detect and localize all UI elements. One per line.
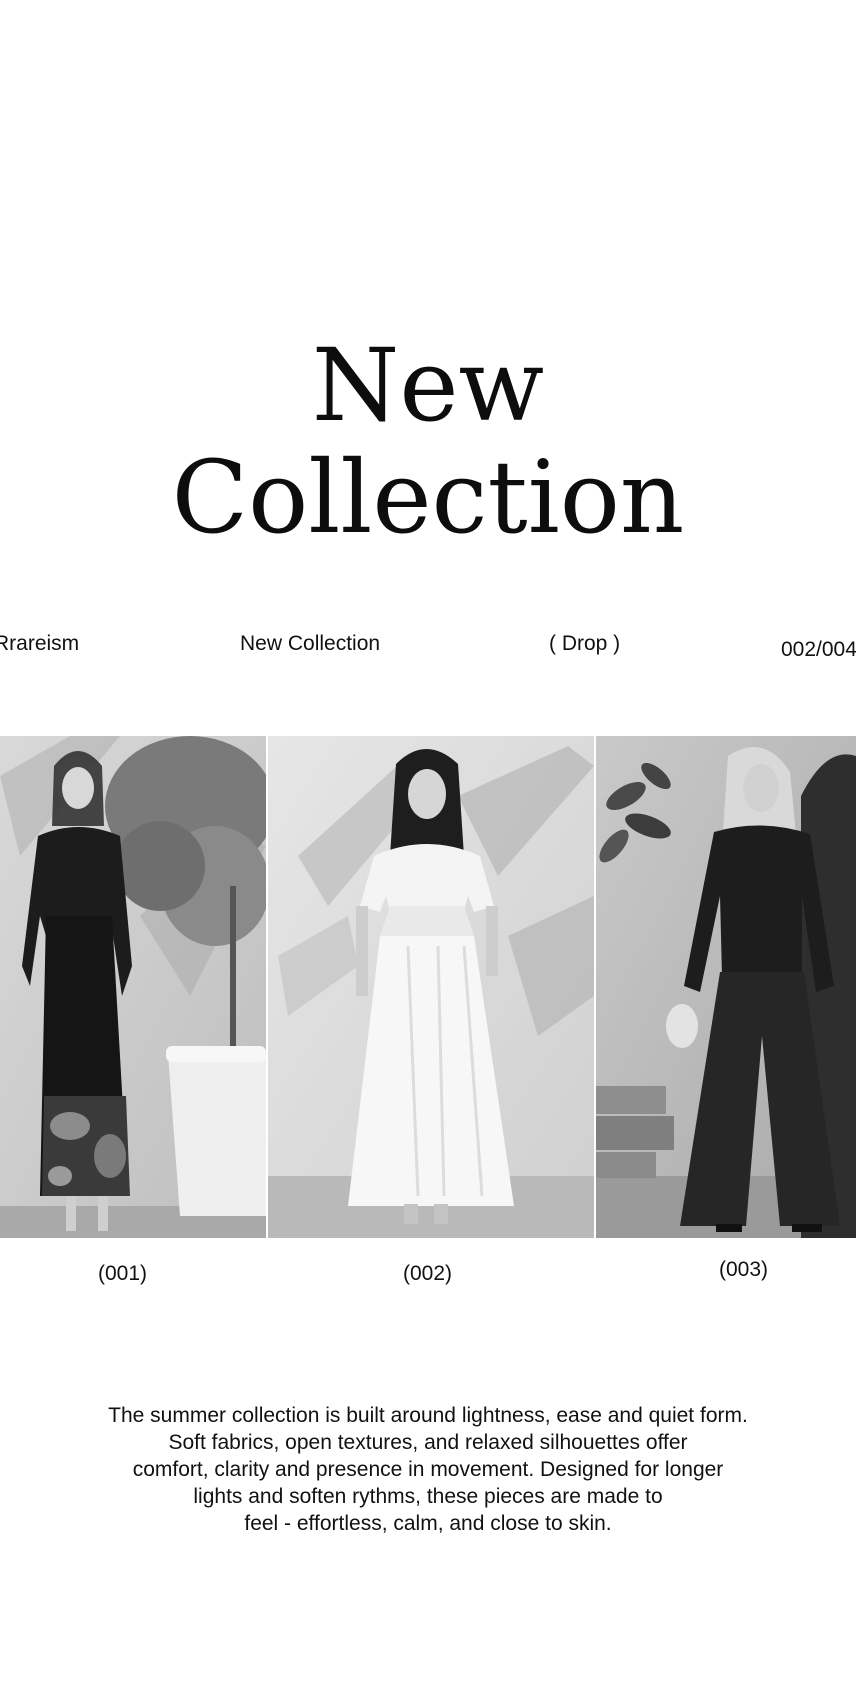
lookbook-photo-001[interactable] [0,736,266,1238]
collection-description: The summer collection is built around li… [38,1402,818,1537]
photo-caption-003: (003) [719,1258,769,1281]
slide-counter: 002/004 [781,638,856,661]
description-line: The summer collection is built around li… [108,1404,748,1427]
collection-meta-row: Rrareism New Collection ( Drop ) 002/004 [0,632,856,664]
photo-caption-001: (001) [98,1262,148,1285]
hero-title: New Collection [0,330,856,554]
collection-label[interactable]: New Collection [240,632,380,656]
description-line: Soft fabrics, open textures, and relaxed… [168,1431,688,1454]
description-line: lights and soften rythms, these pieces a… [193,1485,663,1508]
hero-title-line-1: New [311,327,545,444]
photo-001-image [0,736,266,1238]
lookbook-photo-002[interactable] [268,736,594,1238]
photo-002-image [268,736,594,1238]
photo-caption-002: (002) [403,1262,453,1285]
description-line: feel - effortless, calm, and close to sk… [244,1512,612,1535]
hero-title-line-2: Collection [171,439,685,556]
brand-name[interactable]: Rrareism [0,632,79,656]
drop-label[interactable]: ( Drop ) [549,632,620,656]
lookbook-gallery [0,736,856,1238]
photo-003-image [596,736,856,1238]
lookbook-photo-003[interactable] [596,736,856,1238]
description-line: comfort, clarity and presence in movemen… [132,1458,724,1481]
